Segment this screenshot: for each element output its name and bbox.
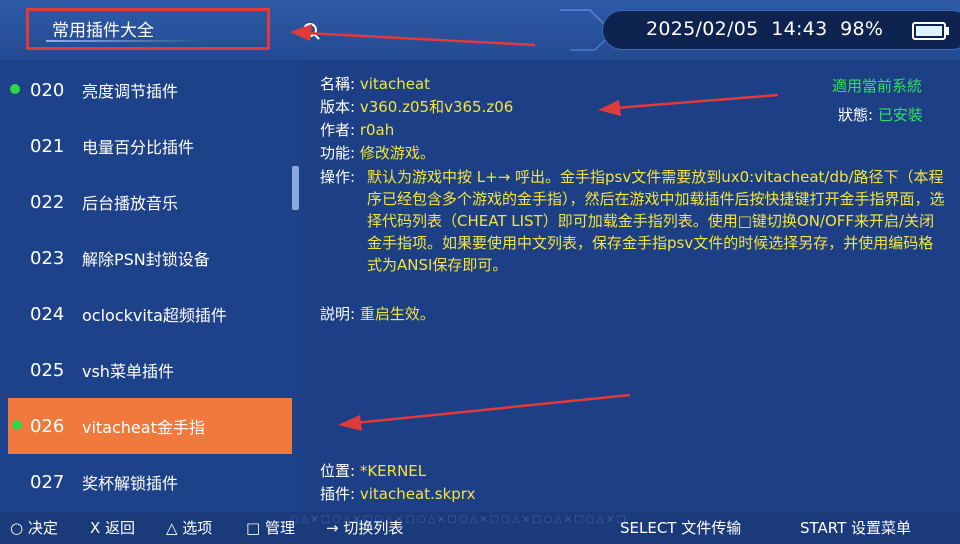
- list-item-label: 后台播放音乐: [82, 194, 179, 213]
- operation-value: 默认为游戏中按 L+→ 呼出。金手指psv文件需要放到ux0:vitacheat…: [367, 168, 945, 274]
- page-title: 常用插件大全: [52, 21, 154, 41]
- name-label: 名稱:: [320, 75, 356, 93]
- hint-manage[interactable]: □ 管理: [246, 517, 295, 538]
- location-label: 位置:: [320, 462, 356, 480]
- list-item-number: 020: [30, 79, 65, 101]
- list-item-label: vsh菜单插件: [82, 362, 174, 381]
- time-text: 14:43: [771, 18, 828, 40]
- field-function: 功能: 修改游戏。: [320, 142, 435, 164]
- list-item-label: vitacheat金手指: [82, 418, 205, 437]
- list-item-number: 021: [30, 135, 65, 157]
- list-item[interactable]: 027 奖杯解锁插件: [0, 454, 292, 510]
- list-item[interactable]: 025 vsh菜单插件: [0, 342, 292, 398]
- field-name: 名稱: vitacheat: [320, 73, 430, 95]
- list-item-number: 023: [30, 247, 65, 269]
- detail-pane: [300, 60, 960, 512]
- name-value: vitacheat: [359, 75, 431, 93]
- hint-select[interactable]: SELECT 文件传输: [620, 517, 741, 538]
- battery-percent: 98%: [840, 18, 884, 40]
- function-label: 功能:: [320, 144, 356, 162]
- function-value: 修改游戏。: [359, 144, 435, 162]
- list-item-number: 022: [30, 191, 65, 213]
- list-item[interactable]: 021 电量百分比插件: [0, 118, 292, 174]
- title-underline: [46, 40, 206, 42]
- list-item-label: 奖杯解锁插件: [82, 474, 179, 493]
- hint-options[interactable]: △ 选项: [166, 517, 212, 538]
- active-dot-icon: [12, 420, 22, 430]
- list-item-label: 亮度调节插件: [82, 82, 179, 101]
- description-label: 説明:: [320, 305, 356, 323]
- list-item-label: 电量百分比插件: [82, 138, 195, 157]
- list-item-number: 025: [30, 359, 65, 381]
- install-state: 狀態: 已安裝: [838, 104, 923, 125]
- list-item-number: 026: [30, 415, 65, 437]
- location-value: *KERNEL: [359, 462, 427, 480]
- hint-switch-list[interactable]: → 切换列表: [326, 517, 403, 538]
- list-item[interactable]: 024 oclockvita超频插件: [0, 286, 292, 342]
- field-description: 説明: 重启生效。: [320, 303, 435, 325]
- list-item[interactable]: 026 vitacheat金手指: [8, 398, 292, 454]
- list-scrollbar[interactable]: [292, 166, 299, 210]
- state-label: 狀態:: [838, 106, 874, 124]
- list-item-label: 解除PSN封锁设备: [82, 250, 210, 269]
- field-plugin-file: 插件: vitacheat.skprx: [320, 483, 475, 505]
- search-icon: [303, 23, 320, 40]
- list-item-number: 027: [30, 471, 65, 493]
- field-location: 位置: *KERNEL: [320, 460, 426, 482]
- field-version: 版本: v360.z05和v365.z06: [320, 96, 513, 118]
- list-item-number: 024: [30, 303, 65, 325]
- plugin-value: vitacheat.skprx: [359, 485, 476, 503]
- list-item-label: oclockvita超频插件: [82, 306, 227, 325]
- author-label: 作者:: [320, 121, 356, 139]
- compatibility-badge: 適用當前系統: [832, 77, 923, 95]
- date-text: 2025/02/05: [646, 18, 759, 40]
- list-item[interactable]: 020 亮度调节插件: [0, 62, 292, 118]
- hint-confirm[interactable]: ○ 决定: [10, 517, 58, 538]
- list-item[interactable]: 023 解除PSN封锁设备: [0, 230, 292, 286]
- version-value: v360.z05和v365.z06: [359, 98, 514, 116]
- hint-back[interactable]: X 返回: [90, 517, 135, 538]
- operation-label: 操作:: [320, 168, 356, 186]
- plugin-label: 插件:: [320, 485, 356, 503]
- state-value: 已安裝: [877, 106, 923, 124]
- version-label: 版本:: [320, 98, 356, 116]
- battery-icon: [912, 22, 949, 40]
- active-dot-icon: [10, 84, 20, 94]
- author-value: r0ah: [359, 121, 395, 139]
- list-item[interactable]: 022 后台播放音乐: [0, 174, 292, 230]
- status-readout: 2025/02/05 14:43 98%: [646, 18, 883, 40]
- hint-start[interactable]: START 设置菜单: [800, 517, 911, 538]
- field-author: 作者: r0ah: [320, 119, 394, 141]
- description-value: 重启生效。: [359, 305, 435, 323]
